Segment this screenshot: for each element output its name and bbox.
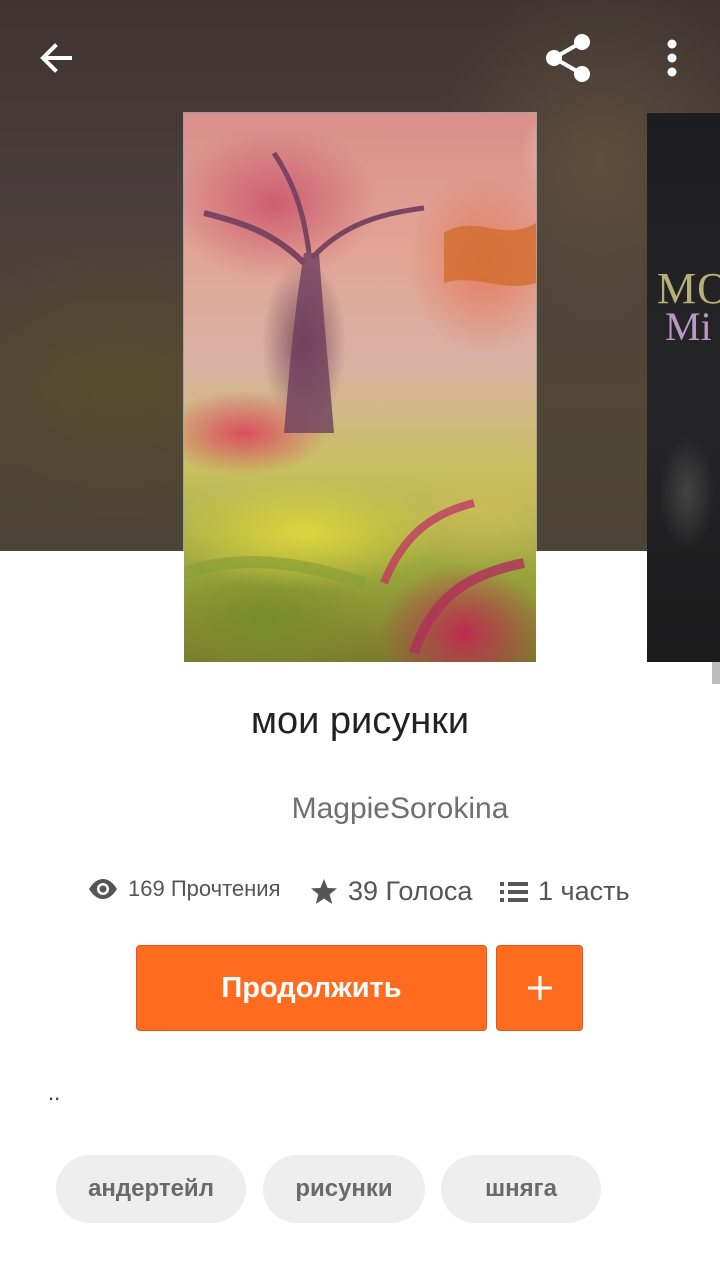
reads-count: 169 Прочтения [128, 876, 281, 901]
story-stats: 169 Прочтения 39 Голоса 1 часть [0, 876, 720, 920]
more-options-button[interactable] [648, 30, 696, 86]
eye-icon [88, 878, 118, 900]
votes-stat: 39 Голоса [310, 876, 472, 907]
share-icon [546, 34, 590, 82]
continue-reading-button[interactable]: Продолжить [136, 945, 487, 1031]
story-description: .. [48, 1080, 61, 1105]
tag-chip[interactable]: андертейл [56, 1155, 246, 1223]
top-app-bar [0, 0, 720, 112]
tag-chip[interactable]: шняга [441, 1155, 601, 1223]
arrow-left-icon [40, 43, 72, 73]
story-title: мои рисунки [250, 700, 470, 742]
tag-chip[interactable]: рисунки [263, 1155, 425, 1223]
plus-icon [527, 976, 552, 1000]
more-vertical-icon [667, 39, 677, 77]
author-name-link[interactable]: MagpieSorokina [0, 792, 720, 826]
add-to-library-button[interactable] [496, 945, 583, 1031]
next-story-cover[interactable]: MONS Mi [647, 113, 720, 662]
parts-count: 1 часть [538, 876, 630, 906]
next-cover-title-line-2: Mi [665, 304, 712, 349]
parts-stat: 1 часть [500, 876, 630, 907]
list-icon [500, 880, 528, 904]
reads-stat: 169 Прочтения [88, 876, 281, 902]
story-cover-image[interactable] [184, 113, 536, 662]
back-button[interactable] [26, 28, 86, 88]
cover-artwork [184, 151, 536, 655]
share-button[interactable] [536, 26, 600, 90]
carousel-scrollbar [712, 662, 720, 684]
votes-count: 39 Голоса [348, 876, 473, 906]
star-icon [310, 878, 338, 906]
